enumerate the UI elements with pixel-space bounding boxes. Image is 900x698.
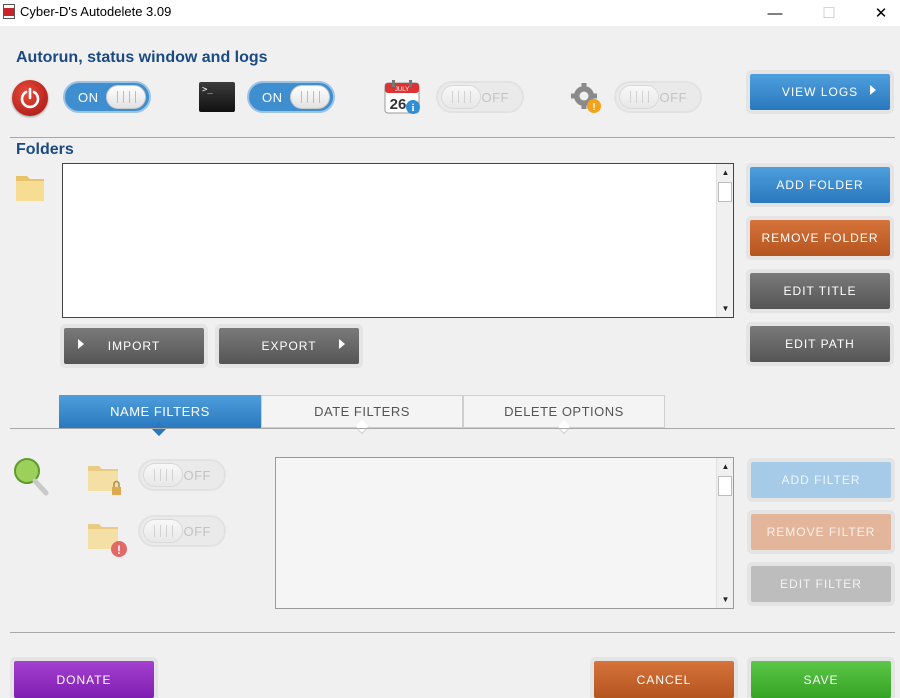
tab-date-filters[interactable]: DATE FILTERS — [261, 395, 463, 435]
add-folder-button[interactable]: ADD FOLDER — [750, 167, 890, 203]
calendar-day: 26 — [390, 96, 407, 113]
folder-lock-icon — [86, 460, 126, 498]
folder-warning-icon: ! — [86, 518, 130, 558]
tab-pointer — [354, 419, 370, 435]
cancel-label: CANCEL — [636, 672, 692, 687]
scroll-down-icon[interactable]: ▼ — [717, 300, 734, 317]
filters-scrollbar[interactable]: ▲ ▼ — [716, 458, 733, 608]
divider — [10, 632, 895, 633]
status-window-toggle[interactable]: ON — [247, 81, 335, 113]
toggle-knob — [106, 85, 146, 109]
gear-warning-icon: ! — [570, 82, 602, 114]
remove-folder-button[interactable]: REMOVE FOLDER — [750, 220, 890, 256]
tab-delete-options[interactable]: DELETE OPTIONS — [463, 395, 665, 435]
add-folder-label: ADD FOLDER — [776, 178, 864, 192]
folders-heading: Folders — [16, 141, 74, 158]
filters-list[interactable]: ▲ ▼ — [275, 457, 734, 609]
export-label: EXPORT — [261, 339, 317, 353]
scheduled-delete-toggle[interactable]: OFF — [436, 81, 524, 113]
scroll-down-icon[interactable]: ▼ — [717, 591, 734, 608]
power-icon — [12, 80, 48, 116]
tab-name-filters[interactable]: NAME FILTERS — [59, 395, 261, 437]
toggle-knob — [290, 85, 330, 109]
arrow-right-icon — [78, 339, 84, 349]
view-logs-button[interactable]: VIEW LOGS — [750, 74, 890, 110]
edit-filter-label: EDIT FILTER — [780, 577, 862, 591]
tab-pointer — [151, 421, 167, 437]
autorun-toggle-label: ON — [78, 90, 99, 105]
log-warnings-toggle[interactable]: OFF — [614, 81, 702, 113]
autorun-toggle[interactable]: ON — [63, 81, 151, 113]
scroll-thumb[interactable] — [718, 476, 732, 496]
folders-scrollbar[interactable]: ▲ ▼ — [716, 164, 733, 317]
svg-text:!: ! — [592, 102, 595, 113]
calendar-month: JULY — [395, 87, 409, 93]
app-icon — [3, 4, 15, 19]
filter-tabs: NAME FILTERS DATE FILTERS DELETE OPTIONS — [59, 395, 665, 437]
tab-label: DATE FILTERS — [314, 404, 410, 419]
autorun-heading: Autorun, status window and logs — [16, 49, 268, 66]
remove-filter-label: REMOVE FILTER — [766, 525, 876, 539]
title-bar: Cyber-D's Autodelete 3.09 — ☐ ✕ — [0, 0, 900, 26]
toggle-knob — [143, 519, 183, 543]
donate-button[interactable]: DONATE — [14, 661, 154, 698]
scroll-up-icon[interactable]: ▲ — [717, 458, 734, 475]
folders-list[interactable]: ▲ ▼ — [62, 163, 734, 318]
donate-label: DONATE — [56, 672, 112, 687]
save-button[interactable]: SAVE — [751, 661, 891, 698]
toggle-knob — [619, 85, 659, 109]
cancel-button[interactable]: CANCEL — [594, 661, 734, 698]
lock-filter-toggle[interactable]: OFF — [138, 459, 226, 491]
divider — [10, 137, 895, 138]
maximize-button[interactable]: ☐ — [806, 0, 852, 26]
tab-label: DELETE OPTIONS — [504, 404, 624, 419]
arrow-right-icon — [870, 85, 876, 95]
minimize-button[interactable]: — — [752, 0, 798, 26]
calendar-icon: JULY 26 i — [384, 79, 422, 115]
window-title: Cyber-D's Autodelete 3.09 — [20, 4, 172, 19]
add-filter-label: ADD FILTER — [781, 473, 861, 487]
warning-filter-toggle[interactable]: OFF — [138, 515, 226, 547]
import-label: IMPORT — [107, 339, 161, 353]
export-button[interactable]: EXPORT — [219, 328, 359, 364]
terminal-prompt: >_ — [202, 85, 213, 95]
remove-folder-label: REMOVE FOLDER — [761, 231, 879, 245]
warning-filter-toggle-label: OFF — [183, 524, 211, 539]
divider — [10, 428, 895, 429]
scheduled-delete-toggle-label: OFF — [481, 90, 509, 105]
lock-filter-toggle-label: OFF — [183, 468, 211, 483]
edit-path-label: EDIT PATH — [785, 337, 855, 351]
terminal-icon: >_ — [199, 82, 235, 112]
edit-filter-button[interactable]: EDIT FILTER — [751, 566, 891, 602]
folder-icon — [14, 170, 48, 204]
svg-text:!: ! — [117, 543, 121, 557]
import-button[interactable]: IMPORT — [64, 328, 204, 364]
view-logs-label: VIEW LOGS — [781, 85, 859, 99]
scroll-thumb[interactable] — [718, 182, 732, 202]
magnifier-icon — [12, 456, 50, 496]
add-filter-button[interactable]: ADD FILTER — [751, 462, 891, 498]
close-button[interactable]: ✕ — [858, 0, 900, 26]
status-window-toggle-label: ON — [262, 90, 283, 105]
edit-path-button[interactable]: EDIT PATH — [750, 326, 890, 362]
scroll-up-icon[interactable]: ▲ — [717, 164, 734, 181]
log-warnings-toggle-label: OFF — [659, 90, 687, 105]
toggle-knob — [143, 463, 183, 487]
remove-filter-button[interactable]: REMOVE FILTER — [751, 514, 891, 550]
toggle-knob — [441, 85, 481, 109]
arrow-right-icon — [339, 339, 345, 349]
edit-title-label: EDIT TITLE — [783, 284, 857, 298]
tab-pointer — [556, 419, 572, 435]
edit-title-button[interactable]: EDIT TITLE — [750, 273, 890, 309]
save-label: SAVE — [803, 672, 839, 687]
svg-text:i: i — [412, 103, 415, 114]
tab-label: NAME FILTERS — [110, 404, 210, 419]
